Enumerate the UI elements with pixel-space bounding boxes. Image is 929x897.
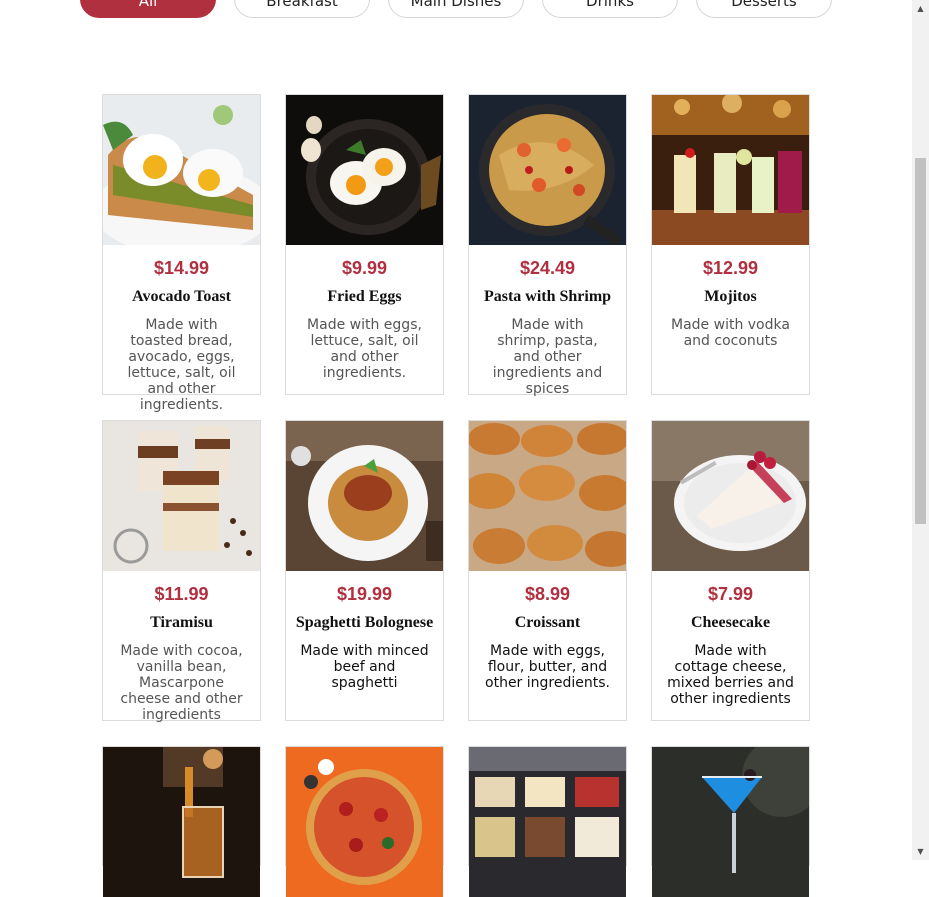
filter-drinks-button[interactable]: Drinks [542,0,678,18]
triangle-down-icon[interactable]: ▼ [912,843,929,860]
menu-card-croissant[interactable]: $8.99 Croissant Made with eggs, flour, b… [468,420,627,721]
croissant-photo [469,421,626,571]
menu-card-row3-4[interactable] [651,746,810,897]
item-description: Made with cottage cheese, mixed berries … [667,643,794,707]
cheesecake-photo [652,421,809,571]
menu-card-mojitos[interactable]: $12.99 Mojitos Made with vodka and cocon… [651,94,810,395]
avocado-toast-photo [103,95,260,245]
item-name: Croissant [514,614,581,631]
blue-cocktail-photo [652,747,809,897]
menu-card-tiramisu[interactable]: $11.99 Tiramisu Made with cocoa, vanilla… [102,420,261,723]
item-name: Cheesecake [690,614,771,631]
menu-card-spaghetti-bolognese[interactable]: $19.99 Spaghetti Bolognese Made with min… [285,420,444,721]
item-description: Made with vodka and coconuts [671,317,790,349]
item-name: Mojitos [704,288,757,305]
pizza-photo [286,747,443,897]
item-price: $12.99 [702,258,759,278]
mojitos-photo [652,95,809,245]
item-price: $19.99 [336,584,393,604]
item-description: Made with cocoa, vanilla bean, Mascarpon… [120,643,243,723]
page-scrollbar[interactable]: ▲ ▼ [912,0,929,860]
menu-card-row3-3[interactable] [468,746,627,897]
item-description: Made with toasted bread, avocado, eggs, … [127,317,236,413]
item-name: Spaghetti Bolognese [295,614,434,631]
item-price: $24.49 [519,258,576,278]
pasta-shrimp-photo [469,95,626,245]
filter-breakfast-button[interactable]: Breakfast [234,0,370,18]
menu-card-fried-eggs[interactable]: $9.99 Fried Eggs Made with eggs, lettuce… [285,94,444,395]
fried-eggs-photo [286,95,443,245]
gelato-photo [469,747,626,897]
item-name: Fried Eggs [327,288,402,305]
item-description: Made with eggs, lettuce, salt, oil and o… [307,317,422,381]
menu-card-avocado-toast[interactable]: $14.99 Avocado Toast Made with toasted b… [102,94,261,413]
menu-card-row3-2[interactable] [285,746,444,897]
item-description: Made with shrimp, pasta, and other ingre… [492,317,603,397]
item-price: $14.99 [153,258,210,278]
item-name: Avocado Toast [132,288,231,305]
whiskey-pour-photo [103,747,260,897]
item-price: $11.99 [154,584,209,604]
item-name: Tiramisu [150,614,213,631]
menu-card-pasta-with-shrimp[interactable]: $24.49 Pasta with Shrimp Made with shrim… [468,94,627,397]
item-name: Pasta with Shrimp [483,288,612,305]
item-description: Made with minced beef and spaghetti [300,643,429,691]
item-price: $7.99 [707,584,754,604]
filter-main-dishes-button[interactable]: Main Dishes [388,0,524,18]
item-price: $8.99 [524,584,571,604]
spaghetti-photo [286,421,443,571]
menu-card-cheesecake[interactable]: $7.99 Cheesecake Made with cottage chees… [651,420,810,721]
filter-all-button[interactable]: All [80,0,216,18]
item-description: Made with eggs, flour, butter, and other… [485,643,610,691]
item-price: $9.99 [341,258,388,278]
scrollbar-thumb[interactable] [915,158,926,524]
menu-card-row3-1[interactable] [102,746,261,897]
triangle-up-icon[interactable]: ▲ [912,0,929,17]
tiramisu-photo [103,421,260,571]
filter-desserts-button[interactable]: Desserts [696,0,832,18]
